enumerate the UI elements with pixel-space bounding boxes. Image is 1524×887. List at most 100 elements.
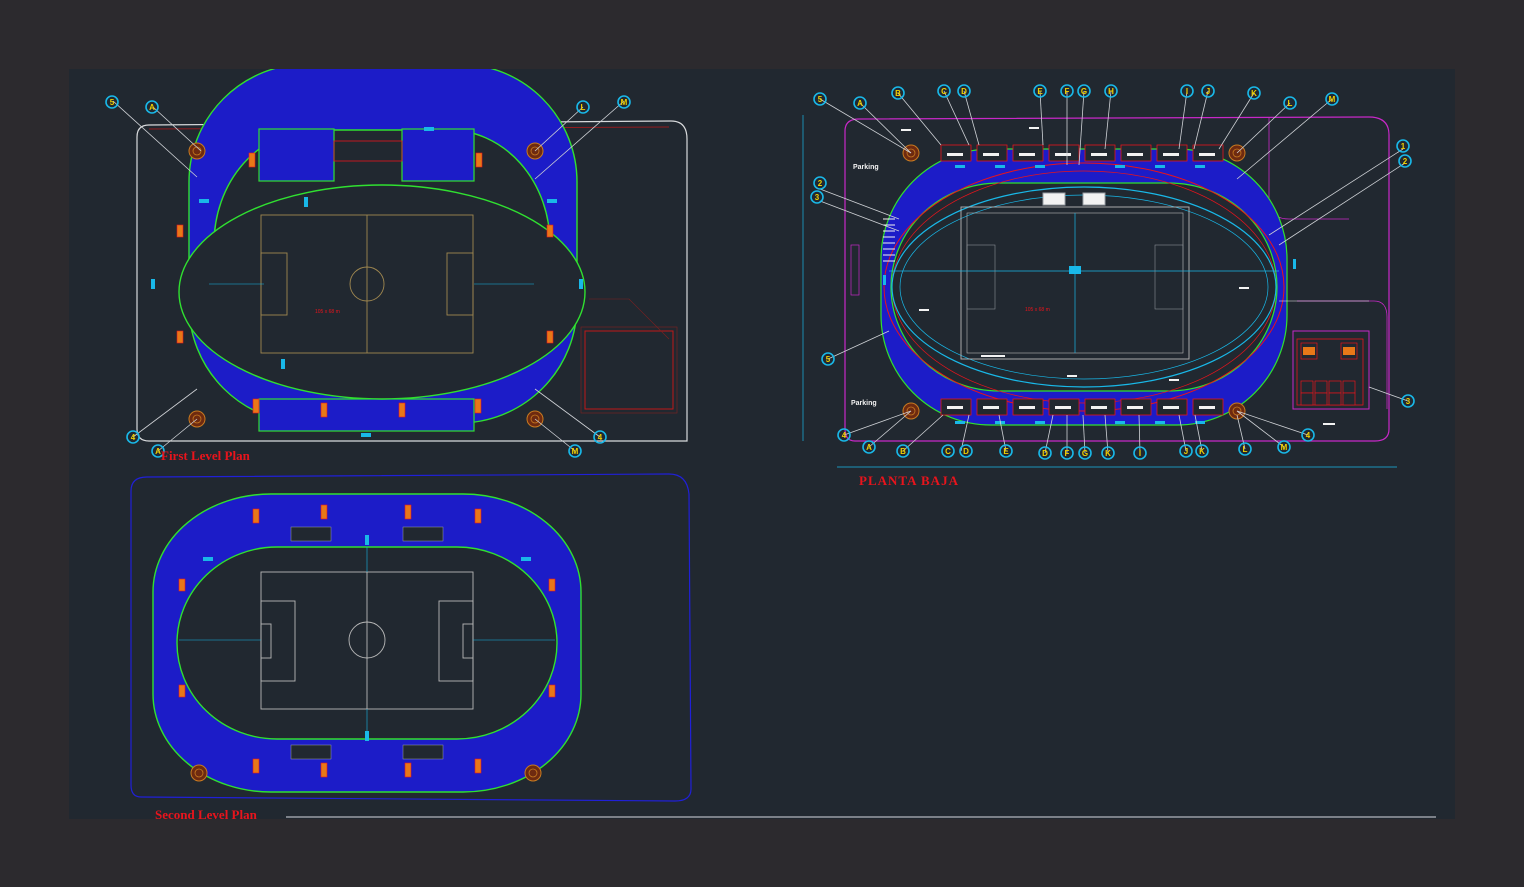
grid-bubble-icon: C xyxy=(941,444,955,458)
svg-text:E: E xyxy=(1003,447,1009,456)
grid-bubble-icon: M xyxy=(1277,440,1291,454)
grid-bubble-icon: M xyxy=(568,444,582,458)
grid-bubble-icon: I xyxy=(1133,446,1147,460)
svg-text:K: K xyxy=(1105,449,1111,458)
grid-bubble-icon: K xyxy=(1195,444,1209,458)
grid-bubble-icon: F xyxy=(1060,446,1074,460)
grid-bubble-icon: B xyxy=(896,444,910,458)
svg-text:D: D xyxy=(963,447,969,456)
grid-bubble-icon: 5 xyxy=(105,95,119,109)
svg-text:D: D xyxy=(1042,449,1048,458)
svg-text:A: A xyxy=(866,443,872,452)
grid-bubble-icon: F xyxy=(1060,84,1074,98)
planta-baja-title: PLANTA BAJA xyxy=(859,473,959,488)
grid-bubble-icon: A xyxy=(145,100,159,114)
grid-bubble-icon: 4 xyxy=(593,430,607,444)
svg-text:4: 4 xyxy=(598,433,603,442)
svg-text:K: K xyxy=(1251,89,1257,98)
svg-text:M: M xyxy=(1281,443,1288,452)
grid-bubble-icon: L xyxy=(1238,442,1252,456)
svg-text:5: 5 xyxy=(826,355,831,364)
grid-bubble-icon: 2 xyxy=(813,176,827,190)
grid-bubble-icon: J xyxy=(1201,84,1215,98)
grid-bubble-icon: G xyxy=(1078,446,1092,460)
grid-bubble-icon: E xyxy=(999,444,1013,458)
svg-text:B: B xyxy=(900,447,906,456)
grid-bubble-icon: A xyxy=(862,440,876,454)
svg-text:2: 2 xyxy=(818,179,823,188)
grid-bubble-icon: L xyxy=(576,100,590,114)
second-pitch xyxy=(260,571,474,710)
grid-bubble-icon: B xyxy=(891,86,905,100)
svg-text:M: M xyxy=(1329,95,1336,104)
svg-text:L: L xyxy=(1243,445,1248,454)
grid-bubble-icon: 3 xyxy=(810,190,824,204)
grid-bubble-icon: H xyxy=(1104,84,1118,98)
svg-text:4: 4 xyxy=(842,431,847,440)
grid-bubble-icon: 3 xyxy=(1401,394,1415,408)
grid-bubble-icon: 5 xyxy=(813,92,827,106)
grid-bubble-icon: 2 xyxy=(1398,154,1412,168)
svg-text:I: I xyxy=(1139,449,1141,458)
horizontal-scrollbar[interactable] xyxy=(286,816,1436,818)
svg-text:4: 4 xyxy=(1306,431,1311,440)
grid-bubble-icon: 5 xyxy=(821,352,835,366)
svg-text:2: 2 xyxy=(1403,157,1408,166)
grid-bubble-icon: E xyxy=(1033,84,1047,98)
grid-bubble-icon: D xyxy=(957,84,971,98)
svg-text:A: A xyxy=(149,103,155,112)
grid-bubble-icon: 4 xyxy=(126,430,140,444)
svg-text:M: M xyxy=(572,447,579,456)
svg-text:J: J xyxy=(1206,87,1210,96)
svg-text:C: C xyxy=(945,447,951,456)
grid-bubble-icon: G xyxy=(1077,84,1091,98)
ground-bottom-bubbles: 4 A B C D E D F G K I J K L M 4 xyxy=(837,428,1315,460)
svg-text:3: 3 xyxy=(815,193,820,202)
svg-text:5: 5 xyxy=(110,98,115,107)
first-level-plan: 105 x 68 m 5 A L M 4 A M 4 First Level P… xyxy=(105,63,688,463)
svg-text:J: J xyxy=(1184,447,1188,456)
svg-text:F: F xyxy=(1065,87,1070,96)
grid-bubble-icon: M xyxy=(617,95,631,109)
grid-bubble-icon: L xyxy=(1283,96,1297,110)
svg-text:3: 3 xyxy=(1406,397,1411,406)
ground-track xyxy=(891,186,1277,388)
svg-text:1: 1 xyxy=(1401,142,1406,151)
grid-bubble-icon: M xyxy=(1325,92,1339,106)
grid-bubble-icon: 4 xyxy=(1301,428,1315,442)
svg-text:L: L xyxy=(1288,99,1293,108)
svg-text:D: D xyxy=(961,87,967,96)
grid-bubble-icon: A xyxy=(853,96,867,110)
cad-viewport[interactable]: 105 x 68 m 5 A L M 4 A M 4 First Level P… xyxy=(69,63,1455,822)
svg-text:G: G xyxy=(1082,449,1088,458)
svg-text:K: K xyxy=(1199,447,1205,456)
svg-text:A: A xyxy=(857,99,863,108)
grid-bubble-icon: D xyxy=(959,444,973,458)
first-pitch-label: 105 x 68 m xyxy=(315,309,340,315)
parking-label-top: Parking xyxy=(853,164,879,171)
ground-annex xyxy=(1279,300,1370,410)
grid-bubble-icon: J xyxy=(1179,444,1193,458)
grid-bubble-icon: 4 xyxy=(837,428,851,442)
svg-text:L: L xyxy=(581,103,586,112)
cad-drawing: 105 x 68 m 5 A L M 4 A M 4 First Level P… xyxy=(105,63,1415,822)
parking-label-bottom: Parking xyxy=(851,400,877,407)
grid-bubble-icon: C xyxy=(937,84,951,98)
second-level-plan: Second Level Plan xyxy=(130,473,692,822)
svg-text:G: G xyxy=(1081,87,1087,96)
ground-top-bubbles: 5 A B C D E F G H I J K L M xyxy=(813,84,1339,110)
svg-text:H: H xyxy=(1108,87,1114,96)
svg-text:I: I xyxy=(1186,87,1188,96)
svg-text:F: F xyxy=(1065,449,1070,458)
ground-plan: 105 x 68 m Parking Parking 5 A B C D E F… xyxy=(802,84,1415,488)
svg-text:B: B xyxy=(895,89,901,98)
svg-text:E: E xyxy=(1037,87,1043,96)
grid-bubble-icon: K xyxy=(1101,446,1115,460)
svg-text:M: M xyxy=(621,98,628,107)
grid-bubble-icon: K xyxy=(1247,86,1261,100)
grid-bubble-icon: 1 xyxy=(1396,139,1410,153)
svg-text:4: 4 xyxy=(131,433,136,442)
first-level-title: First Level Plan xyxy=(161,448,251,463)
ground-pitch-label: 105 x 68 m xyxy=(1025,307,1050,313)
grid-bubble-icon: D xyxy=(1038,446,1052,460)
